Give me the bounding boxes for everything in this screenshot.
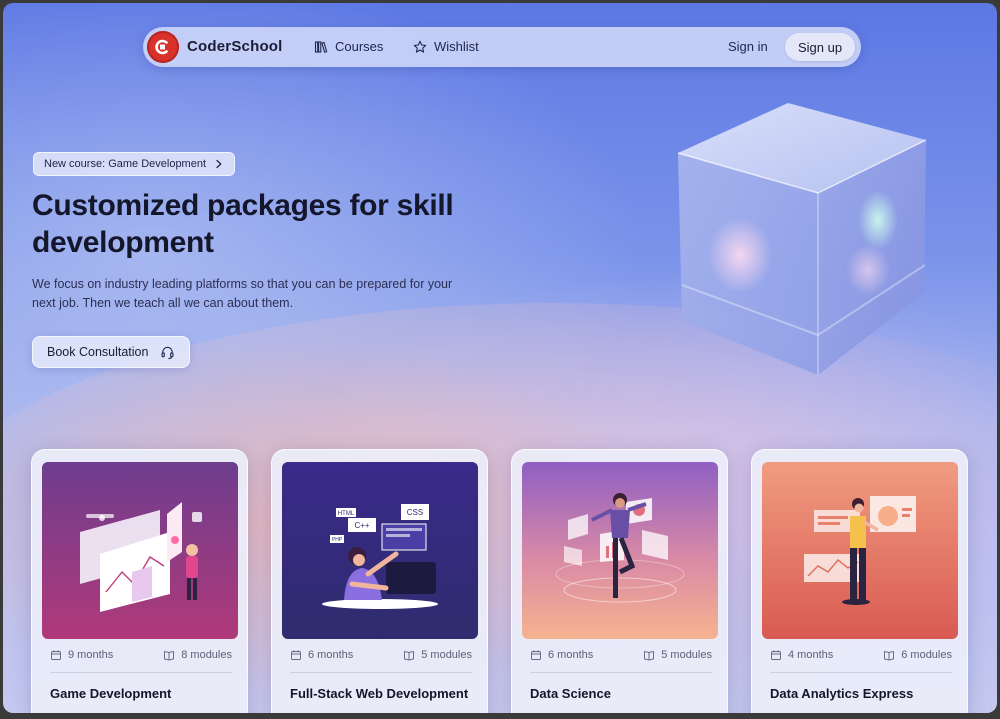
course-meta: 6 months 5 modules [530, 649, 712, 661]
course-image [762, 462, 958, 639]
sign-up-button[interactable]: Sign up [785, 33, 855, 61]
course-duration-label: 9 months [68, 649, 114, 661]
course-title: Game Development [50, 686, 172, 701]
divider [50, 672, 232, 673]
course-duration-label: 4 months [788, 649, 834, 661]
course-title: Data Science [530, 686, 611, 701]
course-modules-label: 5 modules [421, 649, 472, 661]
course-modules-label: 8 modules [181, 649, 232, 661]
coderschool-logo-icon[interactable] [147, 31, 179, 63]
calendar-icon [51, 650, 61, 660]
books-icon [314, 40, 328, 53]
browser-viewport: CoderSchool Courses Wishlist Sign in Sig… [3, 3, 997, 713]
course-duration-label: 6 months [308, 649, 354, 661]
course-meta: 9 months 8 modules [50, 649, 232, 661]
course-modules: 8 modules [163, 649, 232, 661]
book-consultation-label: Book Consultation [47, 345, 149, 359]
course-card-data-science[interactable]: 6 months 5 modules Data Science [511, 449, 728, 713]
divider [770, 672, 952, 673]
course-modules-label: 5 modules [661, 649, 712, 661]
course-modules-label: 6 modules [901, 649, 952, 661]
course-modules: 5 modules [403, 649, 472, 661]
calendar-icon [291, 650, 301, 660]
book-icon [884, 651, 895, 661]
web-development-illustration: HTML C++ CSS PHP [282, 462, 478, 639]
course-image [522, 462, 718, 639]
new-course-badge[interactable]: New course: Game Development [33, 152, 236, 176]
course-modules: 6 modules [883, 649, 952, 661]
course-duration: 9 months [50, 649, 113, 661]
course-duration: 4 months [770, 649, 833, 661]
nav-courses-label: Courses [335, 39, 384, 54]
chevron-right-icon [216, 159, 222, 169]
data-analytics-illustration [762, 462, 958, 639]
course-duration: 6 months [290, 649, 353, 661]
course-card-data-analytics-express[interactable]: 4 months 6 modules Data Analytics Expres… [751, 449, 968, 713]
course-image: HTML C++ CSS PHP [282, 462, 478, 639]
hero-title: Customized packages for skill developmen… [32, 189, 454, 259]
course-meta: 4 months 6 modules [770, 649, 952, 661]
calendar-icon [531, 650, 541, 660]
book-consultation-button[interactable]: Book Consultation [32, 336, 191, 368]
data-science-illustration [522, 462, 718, 639]
cpp-tag: C++ [354, 521, 369, 530]
game-development-illustration [42, 462, 238, 639]
course-card-game-development[interactable]: 9 months 8 modules Game Development [31, 449, 248, 713]
html-tag: HTML [338, 511, 355, 517]
php-tag: PHP [332, 537, 343, 543]
book-icon [404, 651, 415, 661]
nav-wishlist-label: Wishlist [434, 39, 479, 54]
glass-cube-illustration [677, 103, 927, 375]
nav-wishlist-link[interactable]: Wishlist [413, 39, 479, 54]
course-meta: 6 months 5 modules [290, 649, 472, 661]
brand-name[interactable]: CoderSchool [187, 38, 283, 55]
course-image [42, 462, 238, 639]
course-title: Full-Stack Web Development [290, 686, 469, 701]
book-icon [644, 651, 655, 661]
css-tag: CSS [407, 508, 423, 517]
course-title: Data Analytics Express [770, 686, 914, 701]
divider [290, 672, 472, 673]
calendar-icon [771, 650, 781, 660]
course-modules: 5 modules [643, 649, 712, 661]
nav-courses-link[interactable]: Courses [314, 39, 383, 54]
top-navbar: CoderSchool Courses Wishlist Sign in Sig… [143, 27, 861, 67]
course-card-full-stack-web-development[interactable]: HTML C++ CSS PHP 6 months 5 modules Full… [271, 449, 488, 713]
new-course-badge-label: New course: Game Development [44, 158, 207, 170]
hero-description: We focus on industry leading platforms s… [32, 277, 453, 310]
headset-icon [161, 346, 174, 359]
star-icon [413, 40, 427, 53]
sign-in-link[interactable]: Sign in [728, 39, 768, 54]
divider [530, 672, 712, 673]
course-duration: 6 months [530, 649, 593, 661]
book-icon [164, 651, 175, 661]
course-duration-label: 6 months [548, 649, 594, 661]
